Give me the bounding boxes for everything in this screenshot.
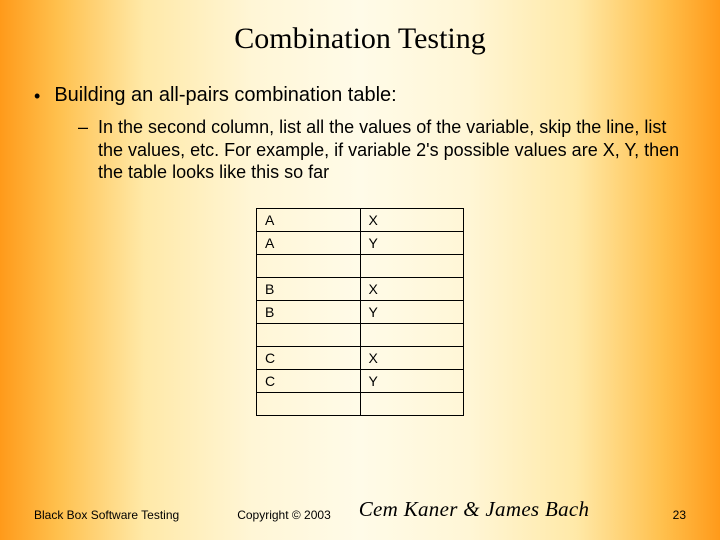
table-cell: A bbox=[257, 231, 361, 254]
footer-left-text: Black Box Software Testing bbox=[34, 508, 179, 522]
table-cell bbox=[257, 392, 361, 415]
table-cell: Y bbox=[360, 369, 464, 392]
table-cell: A bbox=[257, 208, 361, 231]
table-row: C X bbox=[257, 346, 464, 369]
slide-footer: Black Box Software Testing Copyright © 2… bbox=[0, 497, 720, 522]
table-cell: X bbox=[360, 208, 464, 231]
table-cell: X bbox=[360, 346, 464, 369]
footer-copyright: Copyright © 2003 bbox=[237, 508, 331, 522]
table-row: B X bbox=[257, 277, 464, 300]
table-row bbox=[257, 323, 464, 346]
table-cell: Y bbox=[360, 300, 464, 323]
bullet-level-1: • Building an all-pairs combination tabl… bbox=[34, 84, 686, 108]
table-cell bbox=[257, 254, 361, 277]
table-row bbox=[257, 254, 464, 277]
slide-body: • Building an all-pairs combination tabl… bbox=[0, 56, 720, 416]
slide: Combination Testing • Building an all-pa… bbox=[0, 0, 720, 540]
table-row bbox=[257, 392, 464, 415]
table-cell: C bbox=[257, 346, 361, 369]
bullet-level-2: – In the second column, list all the val… bbox=[34, 116, 686, 184]
table-cell: X bbox=[360, 277, 464, 300]
table-cell bbox=[360, 323, 464, 346]
table-row: B Y bbox=[257, 300, 464, 323]
table-cell: B bbox=[257, 300, 361, 323]
table-cell: C bbox=[257, 369, 361, 392]
table-cell bbox=[360, 392, 464, 415]
table-row: A X bbox=[257, 208, 464, 231]
combination-table: A X A Y B X B Y bbox=[256, 208, 464, 416]
slide-title: Combination Testing bbox=[0, 0, 720, 56]
table-cell: Y bbox=[360, 231, 464, 254]
table-row: A Y bbox=[257, 231, 464, 254]
table-cell bbox=[257, 323, 361, 346]
bullet-level-2-text: In the second column, list all the value… bbox=[98, 116, 686, 184]
footer-authors: Cem Kaner & James Bach bbox=[359, 497, 590, 522]
bullet-dot-icon: • bbox=[34, 84, 40, 108]
page-number: 23 bbox=[673, 508, 686, 522]
table-row: C Y bbox=[257, 369, 464, 392]
table-cell bbox=[360, 254, 464, 277]
bullet-dash-icon: – bbox=[78, 116, 88, 184]
bullet-level-1-text: Building an all-pairs combination table: bbox=[54, 84, 396, 108]
combination-table-wrap: A X A Y B X B Y bbox=[256, 208, 464, 416]
table-cell: B bbox=[257, 277, 361, 300]
